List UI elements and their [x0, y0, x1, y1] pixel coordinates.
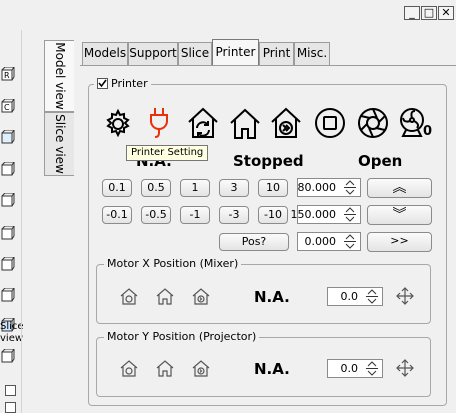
printer-status-right: Open — [358, 152, 403, 170]
svg-text:R: R — [4, 71, 10, 80]
tab-support[interactable]: Support — [128, 42, 178, 65]
box-icon[interactable] — [1, 130, 15, 144]
forward-button[interactable]: >> — [367, 232, 432, 252]
motor-y-status: N.A. — [254, 360, 290, 378]
box-icon[interactable] — [1, 257, 15, 271]
box-icon[interactable]: C — [1, 99, 15, 113]
step-button-0.1[interactable]: 0.1 — [102, 179, 132, 197]
motor-x-spin-box[interactable]: 0.0 — [327, 287, 383, 306]
step-button-neg-1[interactable]: -1 — [180, 206, 210, 224]
home-forward-small-icon[interactable] — [192, 287, 210, 305]
spin-box-2[interactable]: 150.000 — [291, 205, 361, 224]
printer-group-header: Printer — [94, 77, 151, 90]
home-refresh-small-icon[interactable] — [120, 359, 138, 377]
move-icon[interactable] — [396, 287, 414, 305]
motor-y-title: Motor Y Position (Projector) — [104, 330, 260, 343]
slice-view-checkbox-2[interactable] — [5, 402, 16, 413]
slice-view-checkbox[interactable] — [5, 385, 16, 396]
tab-misc[interactable]: Misc. — [294, 42, 330, 65]
spin-box-1[interactable]: 80.000 — [297, 178, 361, 197]
plug-icon[interactable] — [147, 106, 171, 140]
printer-setting-icon[interactable] — [102, 108, 134, 140]
step-button-neg-0.5[interactable]: -0.5 — [141, 206, 171, 224]
home-forward-icon[interactable] — [270, 106, 302, 140]
divider — [21, 30, 22, 413]
tab-model-view[interactable]: Model view — [44, 40, 74, 112]
minimize-button[interactable]: _ — [404, 6, 420, 20]
close-button[interactable]: ✕ — [438, 6, 454, 20]
tab-print[interactable]: Print — [259, 42, 294, 65]
box-icon[interactable] — [1, 226, 15, 240]
fan-count: 0 — [423, 124, 433, 139]
tab-slice[interactable]: Slice — [178, 42, 212, 65]
step-button-0.5[interactable]: 0.5 — [141, 179, 171, 197]
box-icon[interactable] — [1, 193, 15, 207]
box-icon[interactable] — [1, 349, 15, 363]
printer-status-mid: Stopped — [233, 152, 304, 170]
step-button-1[interactable]: 1 — [180, 179, 210, 197]
printer-checkbox-label: Printer — [111, 77, 148, 90]
spin-box-3[interactable]: 0.000 — [297, 232, 361, 251]
step-button-neg-10[interactable]: -10 — [258, 206, 288, 224]
step-button-3[interactable]: 3 — [219, 179, 249, 197]
step-button-neg-3[interactable]: -3 — [219, 206, 249, 224]
stop-icon[interactable] — [314, 107, 346, 139]
tab-printer[interactable]: Printer — [212, 39, 259, 66]
motor-x-status: N.A. — [254, 288, 290, 306]
fan-icon[interactable] — [398, 107, 426, 137]
tab-models[interactable]: Models — [82, 42, 128, 65]
window-title-bar — [0, 0, 456, 30]
motor-x-title: Motor X Position (Mixer) — [104, 257, 242, 270]
home-icon[interactable] — [229, 107, 261, 140]
box-icon[interactable] — [1, 162, 15, 176]
home-refresh-small-icon[interactable] — [120, 287, 138, 305]
step-button-neg-0.1[interactable]: -0.1 — [102, 206, 132, 224]
home-refresh-icon[interactable] — [187, 106, 219, 140]
home-small-icon[interactable] — [156, 359, 174, 377]
box-icon[interactable] — [1, 288, 15, 302]
up-button[interactable]: ︽ — [367, 178, 432, 198]
home-small-icon[interactable] — [156, 287, 174, 305]
tab-slice-view[interactable]: Slice view — [44, 112, 74, 176]
motor-y-spin-box[interactable]: 0.0 — [327, 359, 383, 378]
svg-text:C: C — [4, 103, 10, 112]
pos-button[interactable]: Pos? — [219, 233, 289, 251]
home-forward-small-icon[interactable] — [192, 359, 210, 377]
left-toolbar: R C — [0, 30, 22, 413]
step-button-10[interactable]: 10 — [258, 179, 288, 197]
shutter-icon[interactable] — [357, 107, 389, 139]
move-icon[interactable] — [396, 359, 414, 377]
maximize-button[interactable]: □ — [421, 6, 437, 20]
printer-checkbox[interactable] — [97, 78, 108, 89]
printer-setting-tooltip: Printer Setting — [126, 145, 209, 161]
down-button[interactable]: ︾ — [367, 205, 432, 225]
box-icon[interactable]: R — [1, 67, 15, 81]
